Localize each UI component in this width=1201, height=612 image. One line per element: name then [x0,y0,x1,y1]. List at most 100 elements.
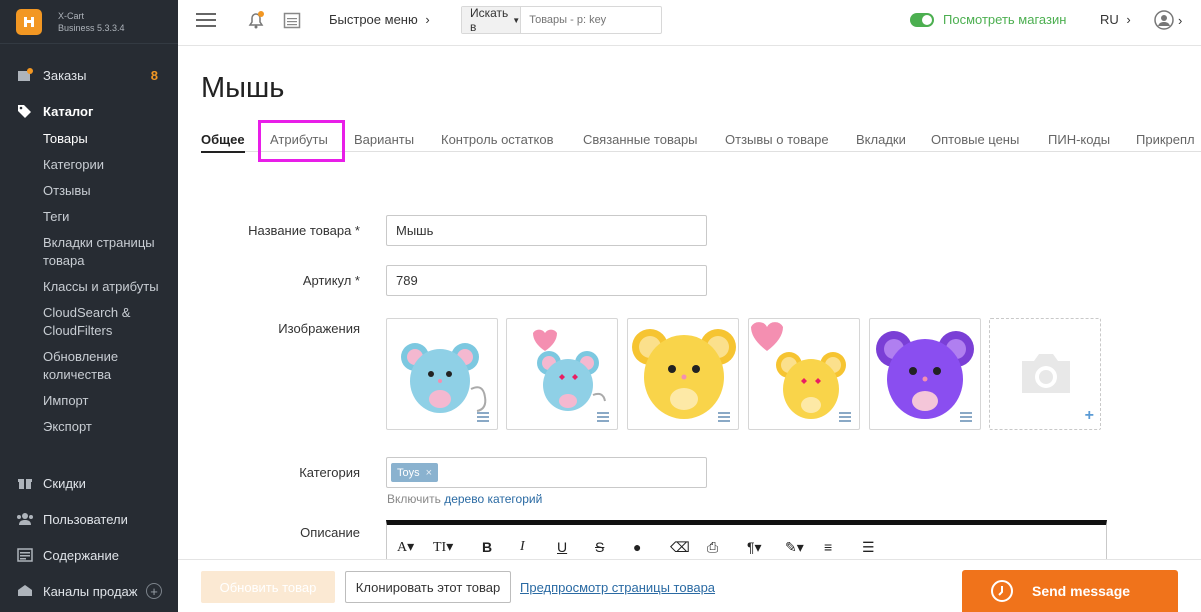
orders-icon [16,67,34,83]
print-icon[interactable]: ⎙ [707,539,718,556]
add-image-button[interactable]: + [989,318,1101,430]
sidebar-item-sales-channels[interactable]: Каналы продаж + [0,576,178,606]
product-image-4[interactable] [748,318,860,430]
send-message-button[interactable]: Send message [962,570,1178,612]
brand[interactable]: X-Cart Business 5.3.3.4 [0,0,178,44]
product-image-3[interactable] [627,318,739,430]
font-family-icon[interactable]: A▾ [397,539,414,556]
sidebar-subitem-products[interactable]: Товары [0,126,178,152]
preview-product-link[interactable]: Предпросмотр страницы товара [520,580,715,595]
tab-highlight-box [258,120,345,162]
sidebar-subitem-tags[interactable]: Теги [0,204,178,230]
sku-label: Артикул * [302,273,360,288]
unordered-list-icon[interactable]: ☰ [862,539,875,556]
sidebar-subitem-cloudsearch[interactable]: CloudSearch & CloudFilters [0,300,178,344]
sidebar-item-discounts[interactable]: Скидки [0,468,178,498]
camera-icon [1022,354,1070,393]
product-image-2[interactable] [506,318,618,430]
description-label: Описание [300,525,360,540]
product-image-1[interactable] [386,318,498,430]
orders-count-badge: 8 [150,67,158,83]
tab-inventory[interactable]: Контроль остатков [441,132,554,147]
underline-icon[interactable]: U [557,539,567,555]
product-image-5[interactable] [869,318,981,430]
sidebar-item-content[interactable]: Содержание [0,540,178,570]
store-toggle-icon[interactable] [910,12,934,27]
sidebar-subitem-classes-attributes[interactable]: Классы и атрибуты [0,274,178,300]
page-title: Мышь [201,72,285,104]
plus-icon: + [1084,407,1094,424]
brand-version: Business 5.3.3.4 [58,22,125,33]
strikethrough-icon[interactable]: S [595,539,604,555]
category-tree-link[interactable]: дерево категорий [444,492,542,506]
category-label: Категория [299,465,360,480]
clone-product-button[interactable]: Клонировать этот товар [345,571,511,603]
search-scope-select[interactable]: Искать в ▼ [462,6,522,34]
sidebar-subitem-import[interactable]: Импорт [0,388,178,414]
tab-general[interactable]: Общее [201,132,245,153]
italic-icon[interactable]: I [520,539,525,555]
product-name-label: Название товара * [248,223,360,238]
quick-menu-button[interactable]: Быстрое меню › [329,12,430,27]
hamburger-menu-icon[interactable] [196,12,216,28]
sidebar-subitem-reviews[interactable]: Отзывы [0,178,178,204]
tab-attachments[interactable]: Прикрепл [1136,132,1195,147]
product-name-input[interactable]: Мышь [386,215,707,246]
update-product-button[interactable]: Обновить товар [201,571,335,603]
caret-down-icon: ▼ [512,15,521,25]
tab-wholesale-prices[interactable]: Оптовые цены [931,132,1019,147]
bold-icon[interactable]: B [482,539,492,555]
sidebar-item-catalog[interactable]: Каталог [0,96,178,126]
sidebar-subitem-categories[interactable]: Категории [0,152,178,178]
sidebar-item-label: Скидки [43,475,86,491]
product-tabs: Общее Атрибуты Варианты Контроль остатко… [201,128,1201,153]
close-icon[interactable]: × [426,467,432,479]
color-icon[interactable]: ● [633,539,641,555]
bell-icon[interactable] [246,10,266,30]
view-store-label: Посмотреть магазин [943,12,1067,27]
eraser-icon[interactable]: ⌫ [670,539,690,556]
category-chip[interactable]: Toys × [391,463,439,482]
search-input[interactable] [521,7,672,33]
language-label: RU [1100,12,1119,27]
sidebar-subitem-product-tabs[interactable]: Вкладки страницы товара [0,230,178,274]
sidebar-item-label: Каналы продаж [43,583,138,599]
tab-pin-codes[interactable]: ПИН-коды [1048,132,1110,147]
tags-icon [16,103,34,119]
tab-reviews[interactable]: Отзывы о товаре [725,132,829,147]
search-scope-label: Искать в [470,6,509,34]
images-label: Изображения [278,321,360,336]
font-size-icon[interactable]: TI▾ [433,539,453,556]
sales-channels-icon [16,583,34,599]
view-store-link[interactable]: Посмотреть магазин [910,12,1066,27]
sidebar-item-users[interactable]: Пользователи [0,504,178,534]
sidebar-item-orders[interactable]: Заказы 8 [0,60,178,90]
sidebar-subitem-update-quantity[interactable]: Обновление количества [0,344,178,388]
chevron-right-icon: › [1126,12,1131,27]
user-menu[interactable]: › [1154,10,1182,30]
tab-tabs[interactable]: Вкладки [856,132,906,147]
image-menu-icon[interactable] [960,412,972,422]
quick-menu-label: Быстрое меню [329,12,418,27]
sku-input[interactable]: 789 [386,265,707,296]
ordered-list-icon[interactable]: ≡ [824,539,832,555]
image-menu-icon[interactable] [839,412,851,422]
image-menu-icon[interactable] [718,412,730,422]
catalog-submenu: Товары Категории Отзывы Теги Вкладки стр… [0,126,178,440]
brand-name-line1: X-Cart [58,10,85,21]
user-avatar-icon [1154,10,1174,30]
image-menu-icon[interactable] [477,412,489,422]
sidebar-item-label: Содержание [43,547,119,563]
paragraph-icon[interactable]: ¶▾ [747,539,762,556]
category-hint-text: Включить [387,492,441,506]
chevron-right-icon: › [425,12,430,27]
language-selector[interactable]: RU › [1100,12,1131,27]
add-channel-icon[interactable]: + [146,583,162,599]
search-box: Искать в ▼ [461,6,672,34]
tab-variants[interactable]: Варианты [354,132,414,147]
magic-icon[interactable]: ✎▾ [785,539,804,556]
sidebar-subitem-export[interactable]: Экспорт [0,414,178,440]
calendar-icon[interactable] [283,11,301,29]
image-menu-icon[interactable] [597,412,609,422]
tab-related-products[interactable]: Связанные товары [583,132,698,147]
